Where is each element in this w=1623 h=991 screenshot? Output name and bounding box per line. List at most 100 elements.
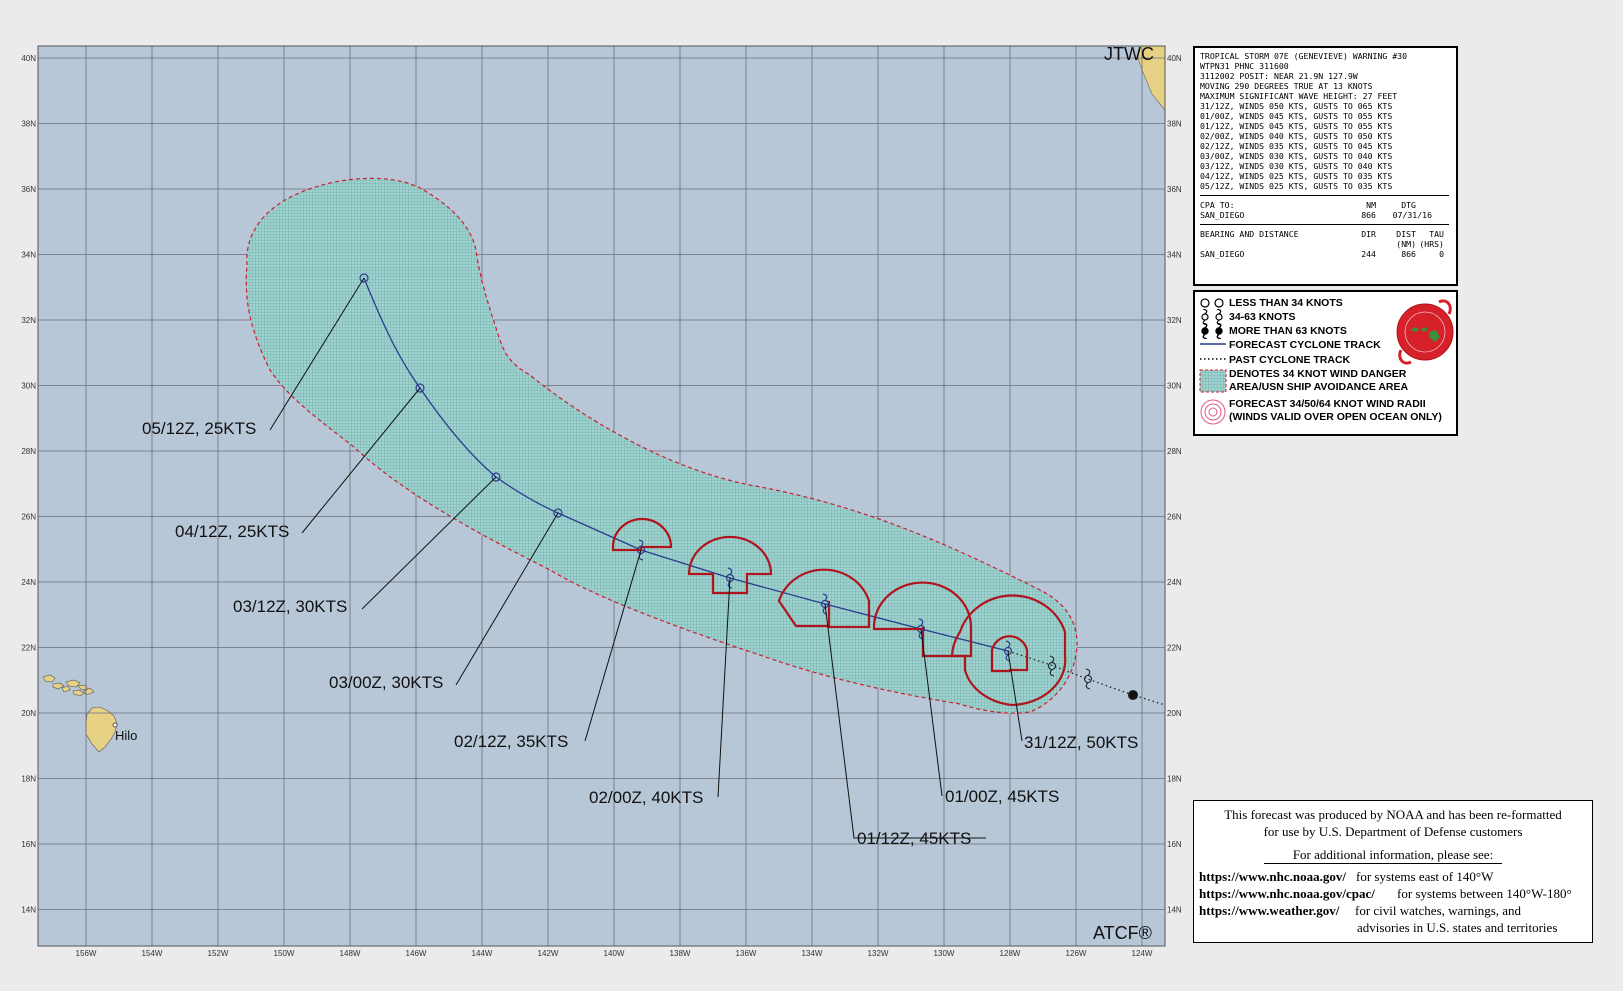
lat-tick-label-right: 16N — [1167, 840, 1182, 849]
cpa-dtg: 07/31/16 — [1392, 210, 1432, 220]
agency-label: JTWC — [1104, 44, 1154, 64]
warning-line: 02/12Z, WINDS 035 KTS, GUSTS TO 045 KTS — [1200, 141, 1393, 151]
legend-34-63: 34-63 KNOTS — [1229, 311, 1296, 323]
lon-tick-label: 124W — [1132, 949, 1153, 958]
lat-tick-label-right: 14N — [1167, 906, 1182, 915]
bd-label: BEARING AND DISTANCE — [1200, 229, 1299, 239]
bd-tau-header: TAU — [1429, 229, 1444, 239]
lon-tick-label: 150W — [274, 949, 295, 958]
lat-tick-label-right: 30N — [1167, 382, 1182, 391]
past-track-icon — [1200, 358, 1226, 360]
legend-less-34: LESS THAN 34 KNOTS — [1229, 297, 1343, 309]
info-line-2: for use by U.S. Department of Defense cu… — [1263, 824, 1523, 839]
cpac-link-desc: for systems between 140°W-180° — [1397, 886, 1572, 901]
lon-tick-label: 146W — [406, 949, 427, 958]
lon-tick-label: 144W — [472, 949, 493, 958]
lat-tick-label-left: 16N — [21, 840, 36, 849]
bd-dist-header: DIST — [1396, 229, 1416, 239]
weather-gov-link-desc-2: advisories in U.S. states and territorie… — [1357, 920, 1558, 935]
cpa-dtg-header: DTG — [1401, 200, 1416, 210]
cpa-nm: 866 — [1361, 210, 1376, 220]
latitude-labels-left: 40N 38N 36N 34N 32N 30N 28N 26N 24N 22N 20N 18N 16N 1… — [21, 54, 36, 915]
bd-dist: 866 — [1401, 249, 1416, 259]
warning-line: 02/00Z, WINDS 040 KTS, GUSTS TO 050 KTS — [1200, 131, 1393, 141]
warning-line: 03/00Z, WINDS 030 KTS, GUSTS TO 040 KTS — [1200, 151, 1393, 161]
warning-line: 01/12Z, WINDS 045 KTS, GUSTS TO 055 KTS — [1200, 121, 1393, 131]
info-line-1: This forecast was produced by NOAA and h… — [1224, 807, 1562, 822]
less-34kt-icon — [1200, 298, 1224, 308]
nhc-link[interactable]: https://www.nhc.noaa.gov/ — [1199, 869, 1346, 885]
cpac-link[interactable]: https://www.nhc.noaa.gov/cpac/ — [1199, 886, 1375, 902]
cpa-place: SAN_DIEGO — [1200, 210, 1245, 220]
past-symbol-3 — [1127, 689, 1139, 701]
divider — [1200, 224, 1449, 225]
warning-line: 03/12Z, WINDS 030 KTS, GUSTS TO 040 KTS — [1200, 161, 1393, 171]
bd-row: SAN_DIEGO 244 866 0 — [1200, 249, 1451, 259]
longitude-labels: 156W 154W 152W 150W 148W 146W 144W 142W 140W 138W… — [76, 949, 1153, 958]
lon-tick-label: 156W — [76, 949, 97, 958]
warning-center-seal — [1396, 299, 1454, 365]
bd-header-row: BEARING AND DISTANCE DIR DIST TAU — [1200, 229, 1451, 239]
lat-tick-label-right: 20N — [1167, 709, 1182, 718]
bd-dir: 244 — [1361, 249, 1376, 259]
cpa-header-row: CPA TO: NM DTG — [1200, 200, 1451, 210]
lon-tick-label: 126W — [1066, 949, 1087, 958]
bd-tau: 0 — [1439, 249, 1444, 259]
warning-line: 01/00Z, WINDS 045 KTS, GUSTS TO 055 KTS — [1200, 111, 1393, 121]
weather-gov-link-desc-1: for civil watches, warnings, and — [1355, 903, 1522, 918]
bd-dir-header: DIR — [1361, 229, 1376, 239]
legend-forecast-track: FORECAST CYCLONE TRACK — [1229, 339, 1381, 351]
lat-tick-label-left: 40N — [21, 54, 36, 63]
warning-line: WTPN31 PHNC 311600 — [1200, 61, 1289, 71]
lon-tick-label: 142W — [538, 949, 559, 958]
lat-tick-label-left: 20N — [21, 709, 36, 718]
lat-tick-label-left: 32N — [21, 316, 36, 325]
lat-tick-label-left: 18N — [21, 775, 36, 784]
lat-tick-label-left: 14N — [21, 906, 36, 915]
lat-tick-label-right: 40N — [1167, 54, 1182, 63]
warning-line: MOVING 290 DEGREES TRUE AT 13 KNOTS — [1200, 81, 1373, 91]
lon-tick-label: 134W — [802, 949, 823, 958]
lat-tick-label-right: 36N — [1167, 185, 1182, 194]
lon-tick-label: 148W — [340, 949, 361, 958]
hurricane-icon — [1201, 323, 1223, 339]
weather-gov-link[interactable]: https://www.weather.gov/ — [1199, 903, 1339, 919]
lat-tick-label-right: 24N — [1167, 578, 1182, 587]
lat-tick-label-left: 38N — [21, 120, 36, 129]
lat-tick-label-left: 26N — [21, 513, 36, 522]
fc-label-02-00z: 02/00Z, 40KTS — [589, 788, 703, 807]
danger-area-icon — [1199, 369, 1227, 393]
legend-danger-area-1: DENOTES 34 KNOT WIND DANGER — [1229, 368, 1407, 380]
lat-tick-label-left: 24N — [21, 578, 36, 587]
fc-label-01-00z: 01/00Z, 45KTS — [945, 787, 1059, 806]
lon-tick-label: 128W — [1000, 949, 1021, 958]
lat-tick-label-left: 30N — [21, 382, 36, 391]
lat-tick-label-right: 38N — [1167, 120, 1182, 129]
cpa-nm-header: NM — [1366, 200, 1376, 210]
warning-line: MAXIMUM SIGNIFICANT WAVE HEIGHT: 27 FEET — [1200, 91, 1398, 101]
legend-more-63: MORE THAN 63 KNOTS — [1229, 325, 1347, 337]
lat-tick-label-right: 32N — [1167, 316, 1182, 325]
lon-tick-label: 140W — [604, 949, 625, 958]
fc-label-04-12z: 04/12Z, 25KTS — [175, 522, 289, 541]
legend-past-track: PAST CYCLONE TRACK — [1229, 354, 1351, 366]
lat-tick-label-left: 22N — [21, 644, 36, 653]
fc-label-02-12z: 02/12Z, 35KTS — [454, 732, 568, 751]
fc-label-03-12z: 03/12Z, 30KTS — [233, 597, 347, 616]
lat-tick-label-right: 18N — [1167, 775, 1182, 784]
info-line-3: For additional information, please see: — [1292, 847, 1494, 862]
lon-tick-label: 154W — [142, 949, 163, 958]
warning-line: 05/12Z, WINDS 025 KTS, GUSTS TO 035 KTS — [1200, 181, 1393, 191]
fc-label-01-12z: 01/12Z, 45KTS — [857, 829, 971, 848]
lat-tick-label-left: 34N — [21, 251, 36, 260]
latitude-labels-right: 40N 38N 36N 34N 32N 30N 28N 26N 24N 22N 20N 18N 16N 1… — [1167, 54, 1182, 915]
bd-tau-unit: (HRS) — [1419, 239, 1444, 249]
legend-wind-radii-2: (WINDS VALID OVER OPEN OCEAN ONLY) — [1229, 411, 1442, 423]
fc-label-05-12z: 05/12Z, 25KTS — [142, 419, 256, 438]
warning-line: 31/12Z, WINDS 050 KTS, GUSTS TO 065 KTS — [1200, 101, 1393, 111]
atcf-label: ATCF® — [1093, 923, 1152, 943]
forecast-track-icon — [1200, 343, 1226, 345]
nhc-link-desc: for systems east of 140°W — [1356, 869, 1494, 884]
bd-dist-unit: (NM) — [1396, 239, 1416, 249]
wind-radii-icon — [1200, 399, 1226, 425]
